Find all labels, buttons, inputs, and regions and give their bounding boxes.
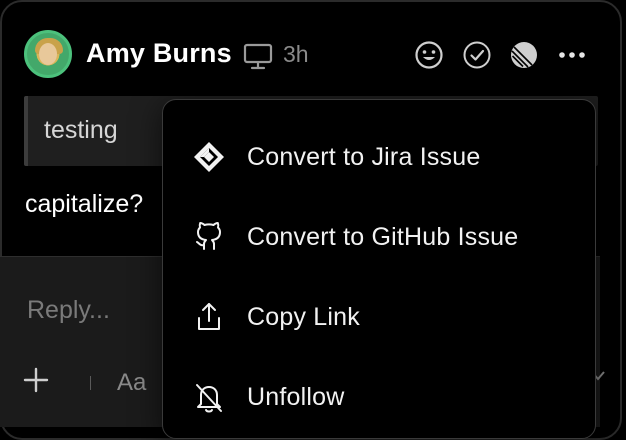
github-icon [196,222,221,250]
author-name[interactable]: Amy Burns [86,38,232,69]
add-attachment-icon[interactable] [22,366,50,394]
bell-off-icon [196,384,222,413]
share-icon [198,303,220,330]
emoji-reaction-icon[interactable] [414,40,444,70]
menu-item-unfollow[interactable]: Unfollow [192,366,582,426]
timestamp: 3h [283,41,309,67]
text-format-button[interactable]: Aa [117,369,146,397]
menu-item-label: Convert to GitHub Issue [247,223,519,251]
comment-body: capitalize? [25,190,144,218]
avatar[interactable] [24,30,72,78]
jira-icon [194,142,224,172]
toolbar-divider [90,376,91,390]
more-options-icon[interactable] [557,40,587,70]
menu-item-label: Unfollow [247,383,345,411]
menu-item-convert-github[interactable]: Convert to GitHub Issue [192,206,582,266]
quoted-text: testing [44,116,118,144]
menu-item-label: Convert to Jira Issue [247,143,481,171]
reply-input[interactable]: Reply... [27,296,110,325]
menu-item-label: Copy Link [247,303,360,331]
menu-item-convert-jira[interactable]: Convert to Jira Issue [192,126,582,186]
resolve-check-icon[interactable] [462,40,492,70]
comment-header: Amy Burns 3h [24,30,600,80]
desktop-icon [243,43,273,70]
linear-icon[interactable] [509,40,539,70]
menu-item-copy-link[interactable]: Copy Link [192,286,582,346]
